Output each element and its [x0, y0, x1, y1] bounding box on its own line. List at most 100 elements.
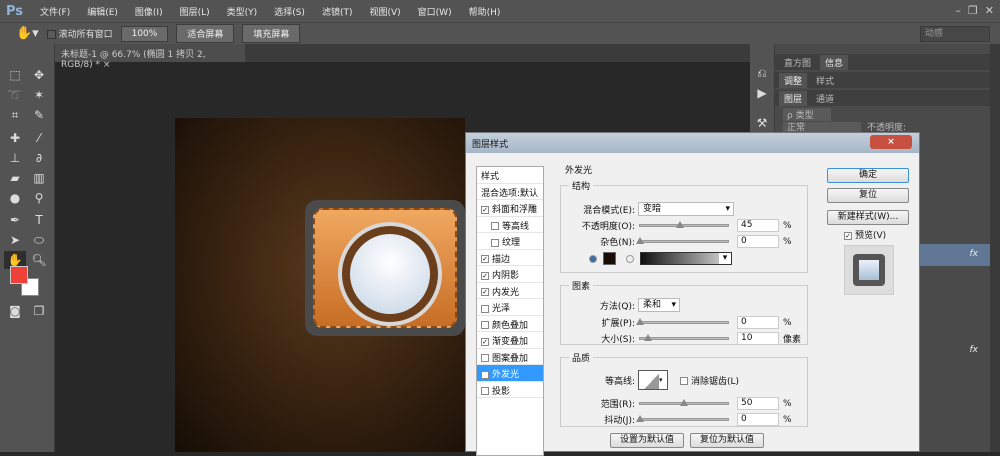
style-checkbox[interactable]: ✓	[481, 370, 489, 379]
menu-view[interactable]: 视图(V)	[369, 5, 400, 18]
menu-image[interactable]: 图像(I)	[135, 5, 163, 18]
move-tool-icon[interactable]: ✥	[30, 66, 48, 84]
reset-button[interactable]: 复位	[827, 188, 909, 203]
zoom-100-button[interactable]: 100%	[120, 25, 169, 42]
workspace-select[interactable]: 动感	[920, 26, 990, 42]
opacity-input[interactable]: 45	[737, 219, 779, 232]
tab-layers[interactable]: 图层	[779, 90, 808, 106]
path-select-icon[interactable]: ➤	[6, 231, 24, 249]
tab-styles[interactable]: 样式	[811, 73, 839, 88]
style-item[interactable]: 颜色叠加	[477, 316, 543, 332]
layer-effects-icon[interactable]: fx	[970, 249, 979, 259]
type-tool-icon[interactable]: T	[30, 211, 48, 229]
marquee-tool-icon[interactable]: ⬚	[6, 66, 24, 84]
history-brush-icon[interactable]: ∂	[30, 149, 48, 167]
document-close-button[interactable]: ×	[103, 60, 111, 70]
restore-button[interactable]: ❐	[968, 4, 978, 17]
style-checkbox[interactable]	[491, 238, 499, 247]
scroll-all-checkbox[interactable]: 滚动所有窗口	[46, 27, 113, 40]
tab-channels[interactable]: 通道	[811, 91, 839, 106]
glow-color-swatch[interactable]	[603, 252, 616, 265]
tab-info[interactable]: 信息	[820, 54, 849, 70]
style-checkbox[interactable]	[481, 354, 489, 362]
style-checkbox[interactable]: ✓	[481, 337, 489, 346]
style-item[interactable]: 等高线	[477, 217, 543, 233]
style-item[interactable]: ✓ 渐变叠加	[477, 332, 543, 349]
blend-mode-dropdown[interactable]: 变暗 ▾	[638, 202, 734, 216]
fill-screen-button[interactable]: 填充屏幕	[242, 24, 301, 43]
size-input[interactable]: 10	[737, 332, 779, 345]
spread-slider[interactable]	[636, 318, 729, 325]
layer-filter-select[interactable]: ρ 类型	[783, 108, 831, 121]
style-item[interactable]: 纹理	[477, 233, 543, 250]
gradient-tool-icon[interactable]: ▥	[30, 169, 48, 187]
jitter-input[interactable]: 0	[737, 413, 779, 426]
ellipse-tool-icon[interactable]: ⬭	[30, 231, 48, 249]
screen-mode-icon[interactable]: ❐	[30, 302, 48, 320]
history-panel-icon[interactable]: ⎌	[753, 64, 771, 82]
style-item[interactable]: ✓ 描边	[477, 250, 543, 266]
menu-help[interactable]: 帮助(H)	[469, 5, 501, 18]
range-slider[interactable]	[639, 399, 729, 406]
style-checkbox[interactable]	[481, 387, 489, 395]
jitter-slider[interactable]	[636, 415, 729, 422]
style-item[interactable]: 图案叠加	[477, 349, 543, 365]
style-checkbox[interactable]: ✓	[481, 288, 489, 296]
eraser-icon[interactable]: ▰	[6, 169, 24, 187]
brush-tool-icon[interactable]: ⁄	[30, 129, 48, 147]
pen-tool-icon[interactable]: ✒	[6, 211, 24, 229]
style-checkbox[interactable]	[481, 321, 489, 329]
tab-adjustments[interactable]: 调整	[779, 72, 808, 88]
dodge-tool-icon[interactable]: ⚲	[30, 189, 48, 207]
panel-scrollbar[interactable]	[990, 44, 1000, 452]
gradient-radio[interactable]	[626, 254, 634, 263]
style-checkbox[interactable]: ✓	[481, 205, 489, 214]
solid-color-radio[interactable]	[589, 254, 597, 263]
dialog-close-button[interactable]: ×	[870, 135, 912, 149]
reset-default-button[interactable]: 复位为默认值	[690, 433, 764, 448]
style-item[interactable]: 投影	[477, 382, 543, 398]
healing-brush-icon[interactable]: ✚	[6, 129, 24, 147]
minimize-button[interactable]: –	[955, 4, 961, 17]
antialias-checkbox[interactable]: 消除锯齿(L)	[680, 374, 739, 387]
tab-histogram[interactable]: 直方图	[779, 55, 816, 70]
menu-filter[interactable]: 滤镜(T)	[322, 5, 353, 18]
eyedropper-icon[interactable]: ✎	[30, 106, 48, 124]
noise-input[interactable]: 0	[737, 235, 779, 248]
style-item[interactable]: ✓ 内发光	[477, 283, 543, 299]
magic-wand-icon[interactable]: ✶	[30, 86, 48, 104]
style-checkbox[interactable]: ✓	[481, 255, 489, 263]
menu-file[interactable]: 文件(F)	[40, 5, 70, 18]
style-checkbox[interactable]	[481, 304, 489, 313]
layer-effects-icon[interactable]: fx	[970, 345, 979, 355]
crop-tool-icon[interactable]: ⌗	[6, 106, 24, 124]
zoom-tool-icon[interactable]: 🔍︎	[30, 251, 48, 269]
tool-presets-icon[interactable]: ⚒	[753, 114, 771, 132]
actions-play-icon[interactable]: ▶	[753, 84, 771, 102]
menu-layer[interactable]: 图层(L)	[180, 5, 210, 18]
style-item[interactable]: ✓ 内阴影	[477, 266, 543, 283]
fit-screen-button[interactable]: 适合屏幕	[176, 24, 235, 43]
blend-options-item[interactable]: 混合选项:默认	[477, 184, 543, 200]
size-slider[interactable]	[639, 334, 729, 341]
range-input[interactable]: 50	[737, 397, 779, 410]
style-item[interactable]: ✓ 外发光	[477, 365, 543, 382]
style-item[interactable]: 光泽	[477, 299, 543, 316]
styles-header[interactable]: 样式	[477, 167, 543, 184]
stamp-tool-icon[interactable]: ⊥	[6, 149, 24, 167]
menu-edit[interactable]: 编辑(E)	[87, 5, 118, 18]
contour-picker[interactable]: ▾	[638, 370, 668, 390]
preview-checkbox[interactable]: ✓ 预览(V)	[844, 228, 886, 241]
close-window-button[interactable]: ✕	[985, 4, 994, 17]
blur-tool-icon[interactable]: ●	[6, 189, 24, 207]
opacity-slider[interactable]	[639, 221, 729, 228]
technique-dropdown[interactable]: 柔和 ▾	[638, 298, 680, 312]
noise-slider[interactable]	[636, 237, 729, 244]
style-checkbox[interactable]	[491, 222, 499, 230]
dialog-title-bar[interactable]: 图层样式	[466, 133, 919, 153]
ok-button[interactable]: 确定	[827, 168, 909, 183]
style-checkbox[interactable]: ✓	[481, 271, 489, 280]
menu-select[interactable]: 选择(S)	[274, 5, 305, 18]
lasso-tool-icon[interactable]: ➰	[6, 86, 24, 104]
gradient-picker[interactable]: ▾	[640, 252, 732, 265]
